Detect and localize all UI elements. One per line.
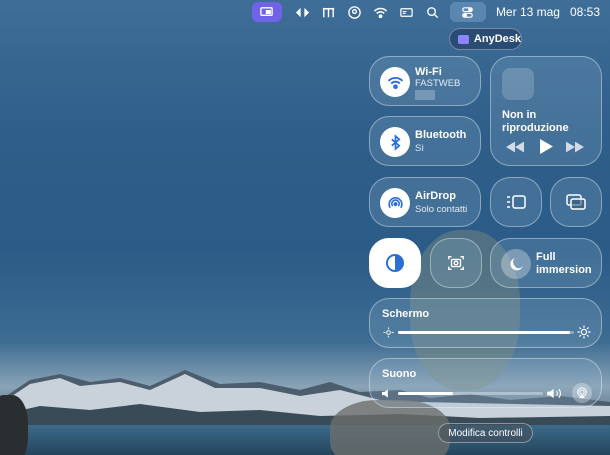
- card-icon[interactable]: [394, 2, 420, 22]
- appearance-icon: [384, 252, 406, 274]
- screenshot-tile[interactable]: [430, 238, 482, 288]
- camera-icon: [446, 253, 466, 273]
- play-icon[interactable]: [538, 137, 554, 155]
- screen-mirroring-icon: [565, 192, 587, 212]
- bluetooth-title: Bluetooth: [415, 129, 467, 141]
- stage-manager-icon: [505, 192, 527, 212]
- edit-controls-button[interactable]: Modifica controlli: [438, 423, 533, 443]
- bluetooth-status: Sì: [415, 143, 424, 154]
- shore-rock: [0, 395, 28, 455]
- now-playing-tile[interactable]: Non in riproduzione: [490, 56, 602, 166]
- brightness-slider-fill: [398, 331, 571, 334]
- theme-toggle-tile[interactable]: [369, 238, 421, 288]
- next-track-icon[interactable]: [565, 139, 585, 155]
- airplay-audio-button[interactable]: [572, 383, 592, 403]
- sound-title: Suono: [382, 368, 417, 380]
- menubar-date[interactable]: Mer 13 mag: [496, 5, 560, 19]
- airdrop-tile[interactable]: AirDrop Solo contatti: [369, 177, 481, 227]
- volume-low-icon: [381, 387, 393, 399]
- airdrop-title: AirDrop: [415, 190, 456, 202]
- wifi-icon[interactable]: [368, 2, 394, 22]
- anydesk-label: AnyDesk: [473, 33, 521, 45]
- bluetooth-tile[interactable]: Bluetooth Sì: [369, 116, 481, 166]
- album-art-placeholder: [502, 68, 534, 100]
- airdrop-toggle[interactable]: [380, 188, 410, 218]
- display-title: Schermo: [382, 308, 430, 320]
- stage-manager-tile[interactable]: [490, 177, 542, 227]
- wifi-network-name: FASTWEB: [415, 78, 461, 89]
- arrows-icon[interactable]: [290, 2, 316, 22]
- search-icon[interactable]: [420, 2, 446, 22]
- volume-slider-fill: [398, 392, 454, 395]
- airplay-icon: [577, 387, 587, 399]
- menu-bar: Mer 13 mag 08:53: [0, 0, 610, 24]
- focus-tile[interactable]: Full immersion: [490, 238, 602, 288]
- user-circle-icon[interactable]: [342, 2, 368, 22]
- brightness-high-icon: [577, 325, 591, 339]
- wifi-tile[interactable]: Wi-Fi FASTWEB: [369, 56, 481, 106]
- focus-toggle[interactable]: [501, 249, 531, 279]
- previous-track-icon[interactable]: [505, 139, 525, 155]
- grid-icon[interactable]: [316, 2, 342, 22]
- control-center-icon[interactable]: [449, 2, 486, 22]
- wifi-toggle[interactable]: [380, 67, 410, 97]
- volume-high-icon: [546, 386, 564, 400]
- menubar-time[interactable]: 08:53: [570, 5, 600, 19]
- focus-title: Full immersion: [536, 251, 592, 276]
- brightness-low-icon: [382, 326, 394, 338]
- sound-tile: Suono: [369, 358, 602, 408]
- shore-rock: [330, 400, 450, 455]
- screen-mirroring-tile[interactable]: [550, 177, 602, 227]
- display-tile: Schermo: [369, 298, 602, 348]
- anydesk-icon: [458, 34, 469, 44]
- airdrop-status: Solo contatti: [415, 204, 468, 215]
- anydesk-indicator[interactable]: AnyDesk: [449, 28, 522, 50]
- wifi-redacted-block: [415, 90, 435, 100]
- now-playing-title: Non in riproduzione: [502, 109, 569, 134]
- bluetooth-toggle[interactable]: [380, 127, 410, 157]
- screen-share-icon[interactable]: [251, 2, 282, 22]
